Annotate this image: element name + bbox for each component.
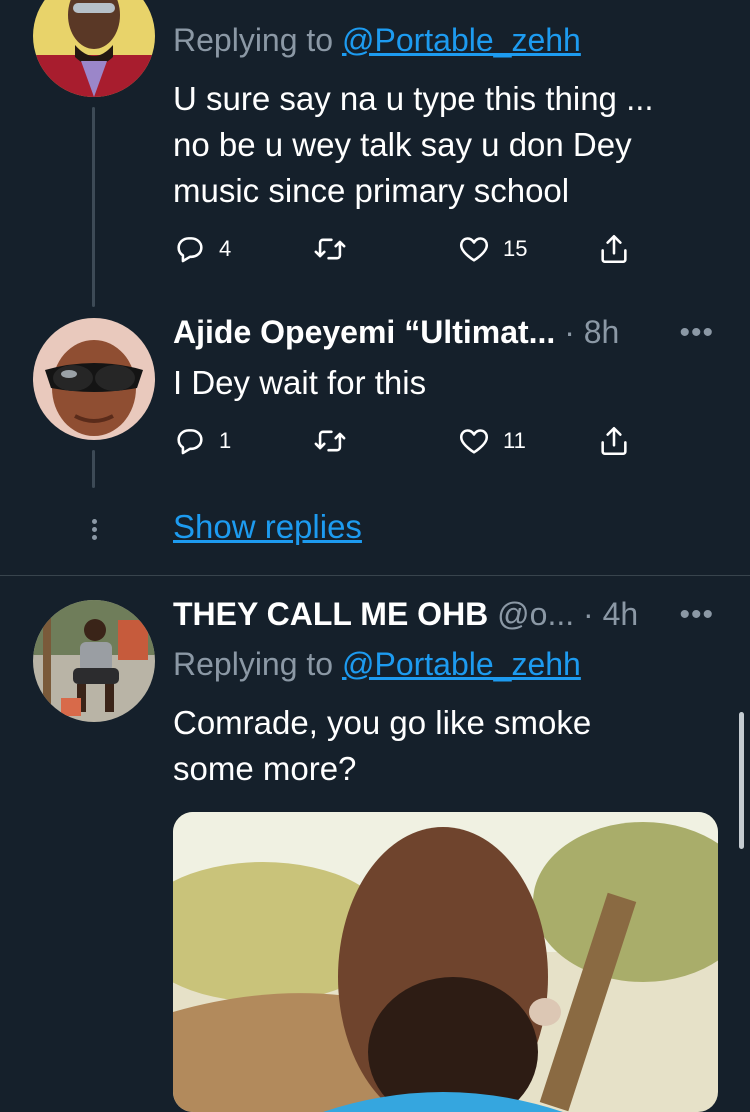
handle[interactable]: @o... xyxy=(488,596,574,632)
tweet-text-line: no be u wey talk say u don Dey xyxy=(173,126,632,163)
replying-handle-link[interactable]: @Portable_zehh xyxy=(342,22,581,58)
like-button[interactable]: 15 xyxy=(457,229,527,269)
divider xyxy=(0,575,750,576)
share-button[interactable] xyxy=(597,421,631,461)
replying-handle-link[interactable]: @Portable_zehh xyxy=(342,646,581,682)
like-count: 11 xyxy=(503,428,526,453)
replying-to: Replying to @Portable_zehh xyxy=(173,646,581,683)
tweet-text: I Dey wait for this xyxy=(173,364,427,401)
show-replies-link[interactable]: Show replies xyxy=(173,508,362,546)
share-icon xyxy=(601,426,627,456)
scrollbar[interactable] xyxy=(739,712,744,849)
retweet-button[interactable] xyxy=(313,421,347,461)
reply-count: 1 xyxy=(219,428,232,453)
display-name[interactable]: THEY CALL ME OHB xyxy=(173,596,488,632)
more-icon[interactable]: ••• xyxy=(679,316,714,350)
thread-line xyxy=(92,107,95,307)
tweet-text-line: U sure say na u type this thing ... xyxy=(173,80,654,117)
show-replies-dots-icon xyxy=(90,516,98,543)
tweet-text: Comrade, you go like smoke some more? xyxy=(173,700,591,792)
more-icon[interactable]: ••• xyxy=(679,598,714,632)
tweet-actions: 4 15 xyxy=(173,229,643,269)
reply-icon xyxy=(177,429,203,455)
share-icon xyxy=(601,234,627,264)
tweet-actions: 1 11 xyxy=(173,421,643,461)
display-name[interactable]: Ajide Opeyemi “Ultimat... xyxy=(173,314,555,350)
timestamp[interactable]: · 8h xyxy=(555,314,619,350)
timestamp[interactable]: · 4h xyxy=(574,596,638,632)
reply-icon xyxy=(177,237,203,263)
tweet-text-line: some more? xyxy=(173,750,357,787)
retweet-icon xyxy=(314,238,346,260)
reply-button[interactable]: 1 xyxy=(173,421,231,461)
share-button[interactable] xyxy=(597,229,631,269)
reply-button[interactable]: 4 xyxy=(173,229,231,269)
avatar[interactable] xyxy=(33,600,155,722)
retweet-icon xyxy=(314,430,346,452)
replying-prefix: Replying to xyxy=(173,22,334,58)
tweet-header: Ajide Opeyemi “Ultimat... · 8h xyxy=(173,314,660,351)
replying-to: Replying to @Portable_zehh xyxy=(173,22,581,59)
tweet-text-line: Comrade, you go like smoke xyxy=(173,704,592,741)
avatar[interactable] xyxy=(33,0,155,97)
tweet-text: U sure say na u type this thing ... no b… xyxy=(173,76,654,214)
tweet-header: THEY CALL ME OHB @o... · 4h xyxy=(173,596,660,633)
like-icon xyxy=(459,237,489,262)
like-icon xyxy=(459,429,489,454)
avatar[interactable] xyxy=(33,318,155,440)
reply-count: 4 xyxy=(219,236,232,261)
thread-line xyxy=(92,450,95,488)
tweet-text-line: music since primary school xyxy=(173,172,570,209)
replying-prefix: Replying to xyxy=(173,646,334,682)
like-count: 15 xyxy=(503,236,528,261)
retweet-button[interactable] xyxy=(313,229,347,269)
like-button[interactable]: 11 xyxy=(457,421,526,461)
tweet-media-image[interactable] xyxy=(173,812,718,1112)
